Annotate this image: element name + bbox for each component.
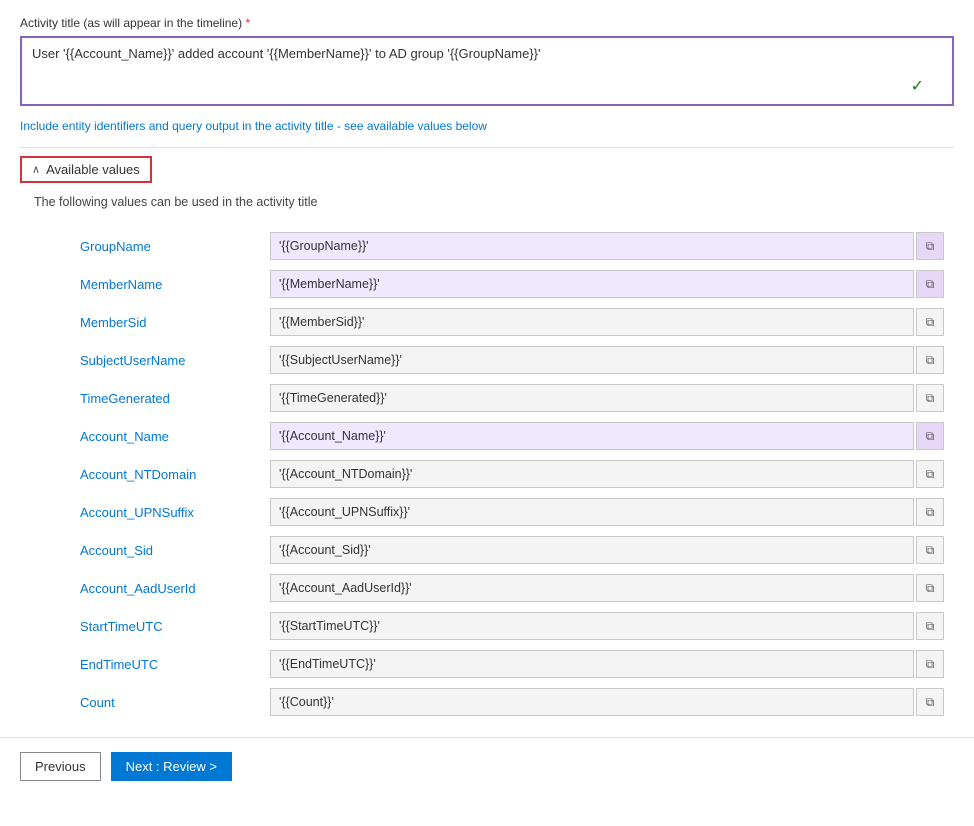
value-input[interactable] (270, 498, 914, 526)
copy-button[interactable]: ⧉ (916, 498, 944, 526)
value-name: Account_AadUserId (20, 569, 260, 607)
value-input[interactable] (270, 650, 914, 678)
textarea-wrapper: ✓ (20, 36, 954, 109)
table-row: MemberName ⧉ (20, 265, 954, 303)
copy-icon: ⧉ (926, 277, 935, 292)
copy-icon: ⧉ (926, 543, 935, 558)
copy-icon: ⧉ (926, 353, 935, 368)
copy-icon: ⧉ (926, 391, 935, 406)
copy-button[interactable]: ⧉ (916, 232, 944, 260)
value-name: GroupName (20, 227, 260, 265)
copy-icon: ⧉ (926, 619, 935, 634)
copy-icon: ⧉ (926, 581, 935, 596)
copy-button[interactable]: ⧉ (916, 688, 944, 716)
required-marker: * (245, 16, 250, 30)
previous-button[interactable]: Previous (20, 752, 101, 781)
copy-icon: ⧉ (926, 467, 935, 482)
value-field-cell: ⧉ (260, 493, 954, 531)
values-table: GroupName⧉MemberName⧉MemberSid⧉SubjectUs… (20, 227, 954, 721)
copy-button[interactable]: ⧉ (916, 346, 944, 374)
value-field-cell: ⧉ (260, 265, 954, 303)
value-input[interactable] (270, 536, 914, 564)
copy-button[interactable]: ⧉ (916, 612, 944, 640)
label-text: Activity title (as will appear in the ti… (20, 16, 242, 30)
value-name: Count (20, 683, 260, 721)
activity-title-input[interactable] (20, 36, 954, 106)
table-row: Account_Name ⧉ (20, 417, 954, 455)
checkmark-icon: ✓ (911, 76, 924, 96)
available-values-label: Available values (46, 162, 140, 177)
copy-button[interactable]: ⧉ (916, 650, 944, 678)
value-field-cell: ⧉ (260, 455, 954, 493)
copy-button[interactable]: ⧉ (916, 574, 944, 602)
value-name: Account_Sid (20, 531, 260, 569)
table-row: GroupName ⧉ (20, 227, 954, 265)
value-input[interactable] (270, 308, 914, 336)
copy-button[interactable]: ⧉ (916, 270, 944, 298)
value-field-cell: ⧉ (260, 569, 954, 607)
value-field-cell: ⧉ (260, 417, 954, 455)
value-field-cell: ⧉ (260, 607, 954, 645)
field-label: Activity title (as will appear in the ti… (20, 16, 954, 30)
copy-icon: ⧉ (926, 695, 935, 710)
value-input[interactable] (270, 232, 914, 260)
value-input[interactable] (270, 346, 914, 374)
value-name: TimeGenerated (20, 379, 260, 417)
divider-top (20, 147, 954, 148)
copy-button[interactable]: ⧉ (916, 536, 944, 564)
footer: Previous Next : Review > (0, 738, 974, 795)
table-row: EndTimeUTC ⧉ (20, 645, 954, 683)
available-values-toggle[interactable]: ∧ Available values (20, 156, 152, 183)
copy-button[interactable]: ⧉ (916, 384, 944, 412)
value-field-cell: ⧉ (260, 227, 954, 265)
table-row: Account_AadUserId ⧉ (20, 569, 954, 607)
value-input[interactable] (270, 384, 914, 412)
value-input[interactable] (270, 422, 914, 450)
value-name: Account_NTDomain (20, 455, 260, 493)
value-name: Account_Name (20, 417, 260, 455)
value-field-cell: ⧉ (260, 645, 954, 683)
value-input[interactable] (270, 270, 914, 298)
value-name: EndTimeUTC (20, 645, 260, 683)
value-input[interactable] (270, 460, 914, 488)
values-description: The following values can be used in the … (34, 195, 954, 209)
table-row: Account_NTDomain ⧉ (20, 455, 954, 493)
value-name: MemberSid (20, 303, 260, 341)
value-field-cell: ⧉ (260, 683, 954, 721)
chevron-up-icon: ∧ (32, 163, 40, 176)
value-name: MemberName (20, 265, 260, 303)
table-row: TimeGenerated ⧉ (20, 379, 954, 417)
value-field-cell: ⧉ (260, 379, 954, 417)
value-field-cell: ⧉ (260, 341, 954, 379)
value-input[interactable] (270, 612, 914, 640)
copy-icon: ⧉ (926, 505, 935, 520)
copy-button[interactable]: ⧉ (916, 460, 944, 488)
value-input[interactable] (270, 574, 914, 602)
value-name: SubjectUserName (20, 341, 260, 379)
table-row: Account_Sid ⧉ (20, 531, 954, 569)
table-row: StartTimeUTC ⧉ (20, 607, 954, 645)
copy-button[interactable]: ⧉ (916, 422, 944, 450)
value-field-cell: ⧉ (260, 531, 954, 569)
value-name: Account_UPNSuffix (20, 493, 260, 531)
value-name: StartTimeUTC (20, 607, 260, 645)
table-row: Account_UPNSuffix ⧉ (20, 493, 954, 531)
value-input[interactable] (270, 688, 914, 716)
table-row: MemberSid ⧉ (20, 303, 954, 341)
value-field-cell: ⧉ (260, 303, 954, 341)
table-row: SubjectUserName ⧉ (20, 341, 954, 379)
copy-icon: ⧉ (926, 657, 935, 672)
copy-icon: ⧉ (926, 429, 935, 444)
copy-button[interactable]: ⧉ (916, 308, 944, 336)
copy-icon: ⧉ (926, 239, 935, 254)
copy-icon: ⧉ (926, 315, 935, 330)
info-text: Include entity identifiers and query out… (20, 119, 954, 133)
table-row: Count ⧉ (20, 683, 954, 721)
next-review-button[interactable]: Next : Review > (111, 752, 232, 781)
